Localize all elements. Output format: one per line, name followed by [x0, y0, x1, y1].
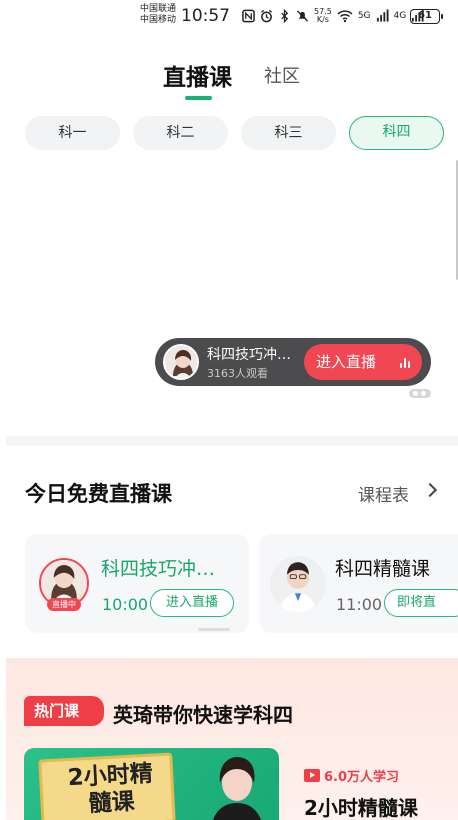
top-tabs: 直播课 社区 — [0, 58, 458, 104]
teacher-portrait-icon — [165, 346, 197, 378]
tab-active-indicator — [185, 96, 212, 100]
section-divider — [6, 436, 458, 446]
live-status-badge: 直播中 — [47, 598, 81, 611]
signal-label-2: 4G — [393, 11, 407, 21]
subject-pill-3[interactable]: 科三 — [241, 116, 336, 150]
course-time: 10:00 — [102, 595, 149, 614]
course-banner[interactable]: 2小时精髓课 — [24, 748, 279, 820]
bluetooth-icon — [281, 9, 289, 23]
hot-course-title: 英琦带你快速学科四 — [113, 703, 293, 727]
live-course-card[interactable]: 直播中 科四技巧冲… 10:00 进入直播 — [25, 534, 249, 633]
signal-icon — [376, 9, 389, 22]
course-name[interactable]: 2小时精髓课 — [304, 792, 418, 820]
subject-pill-1[interactable]: 科一 — [25, 116, 120, 150]
banner-text: 2小时精髓课 — [67, 760, 154, 818]
audio-wave-icon — [400, 358, 410, 368]
subject-pill-4[interactable]: 科四 — [349, 116, 444, 150]
tab-live-course[interactable]: 直播课 — [163, 58, 232, 92]
video-icon — [304, 769, 320, 782]
course-title: 科四精髓课 — [335, 558, 431, 580]
live-course-card[interactable]: 科四精髓课 11:00 即将直 — [259, 534, 458, 633]
teacher-avatar — [163, 344, 199, 380]
viewer-count: 3163人观看 — [207, 367, 268, 380]
subject-pill-2[interactable]: 科二 — [133, 116, 228, 150]
status-icons: 57.5 K/s 5G 4G — [242, 8, 424, 24]
teacher-avatar — [270, 556, 326, 612]
signal-label-1: 5G — [357, 11, 371, 21]
course-title: 科四技巧冲… — [101, 558, 216, 580]
hot-tag-badge: 热门课 — [24, 696, 104, 726]
carousel-toggle[interactable] — [409, 389, 431, 398]
status-bar: 中国联通 中国移动 10:57 57.5 K/s 5G 4G 61 — [0, 0, 458, 34]
enter-live-label: 进入直播 — [316, 353, 377, 371]
upcoming-live-button[interactable]: 即将直 — [384, 589, 458, 617]
live-title: 科四技巧冲… — [207, 347, 291, 363]
section-title: 今日免费直播课 — [25, 482, 172, 506]
network-speed: 57.5 K/s — [314, 8, 332, 24]
enter-live-button[interactable]: 进入直播 — [150, 589, 234, 617]
course-time: 11:00 — [336, 595, 383, 614]
wifi-icon — [337, 10, 353, 23]
carrier-1: 中国联通 — [140, 4, 177, 14]
learner-count: 6.0万人学习 — [304, 766, 399, 785]
clock: 10:57 — [181, 6, 230, 26]
battery-indicator: 61 — [410, 9, 443, 24]
subject-selector: 科一 科二 科三 科四 — [25, 116, 444, 150]
enter-live-button[interactable]: 进入直播 — [304, 344, 422, 380]
speed-unit: K/s — [316, 15, 329, 24]
chevron-right-icon[interactable] — [422, 482, 438, 498]
teacher-portrait-icon — [270, 556, 326, 612]
hot-course-section: 热门课 英琦带你快速学科四 2小时精髓课 6.0万人学习 2小时精髓课 — [6, 658, 458, 820]
live-floating-bar[interactable]: 科四技巧冲… 3163人观看 进入直播 — [155, 338, 431, 386]
mute-icon — [296, 10, 309, 22]
tab-community[interactable]: 社区 — [264, 62, 300, 88]
horizontal-scrollbar — [198, 628, 230, 631]
schedule-link[interactable]: 课程表 — [358, 481, 409, 506]
learner-count-label: 6.0万人学习 — [324, 770, 400, 785]
nfc-icon — [242, 9, 255, 23]
carrier-info: 中国联通 中国移动 — [140, 4, 176, 26]
alarm-icon — [260, 9, 273, 23]
carrier-2: 中国移动 — [140, 15, 177, 25]
teacher-photo-icon — [212, 757, 262, 820]
